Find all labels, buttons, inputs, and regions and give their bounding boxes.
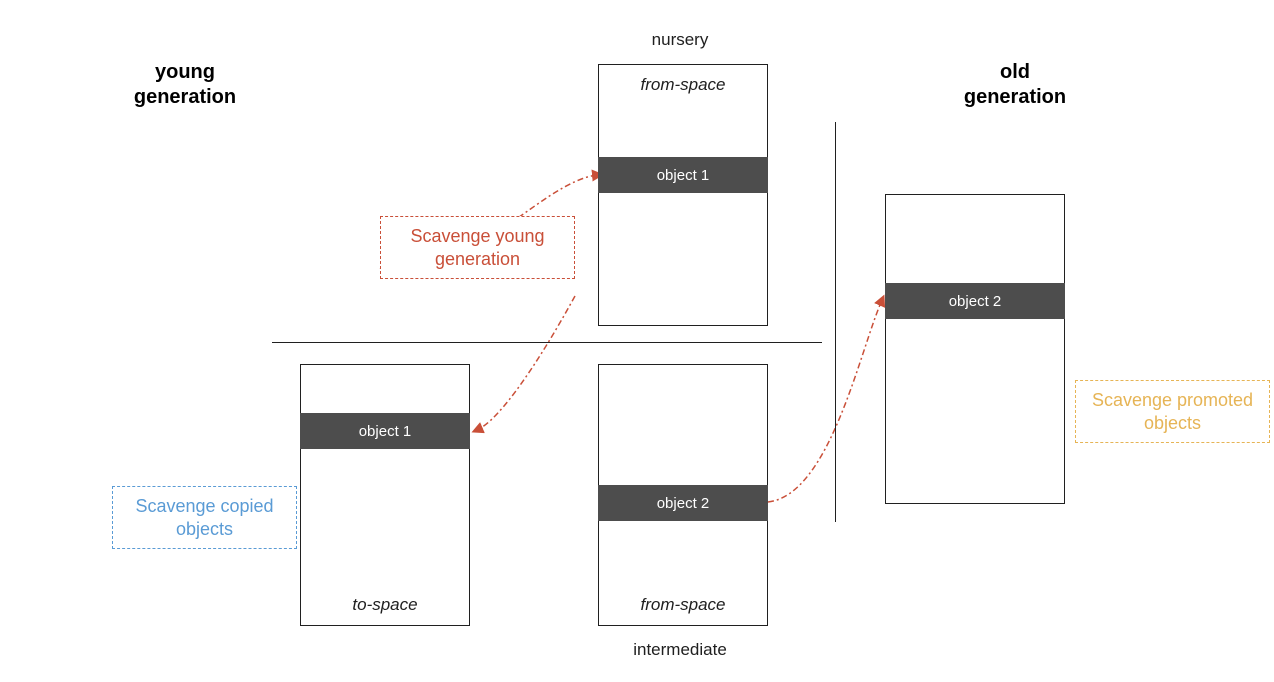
label-from-space-nursery: from-space	[599, 75, 767, 95]
box-to-space: object 1 to-space	[300, 364, 470, 626]
bar-object2-old: object 2	[885, 283, 1065, 319]
box-old-generation: object 2	[885, 194, 1065, 504]
label-intermediate: intermediate	[580, 640, 780, 660]
label-to-space: to-space	[301, 595, 469, 615]
label-nursery: nursery	[580, 30, 780, 50]
bar-object2-intermediate: object 2	[598, 485, 768, 521]
callout-scavenge-copied: Scavenge copied objects	[112, 486, 297, 549]
box-intermediate: object 2 from-space	[598, 364, 768, 626]
divider-horizontal	[272, 342, 822, 343]
bar-object1-tospace: object 1	[300, 413, 470, 449]
box-nursery: from-space object 1	[598, 64, 768, 326]
connector-callout-to-tospace	[477, 296, 575, 430]
divider-vertical	[835, 122, 836, 522]
bar-object1-nursery: object 1	[598, 157, 768, 193]
heading-old-generation: old generation	[945, 60, 1085, 110]
connector-intermediate-to-old	[768, 300, 882, 502]
callout-scavenge-promoted: Scavenge promoted objects	[1075, 380, 1270, 443]
heading-young-generation: young generation	[115, 60, 255, 110]
label-from-space-intermediate: from-space	[599, 595, 767, 615]
callout-scavenge-young: Scavenge young generation	[380, 216, 575, 279]
